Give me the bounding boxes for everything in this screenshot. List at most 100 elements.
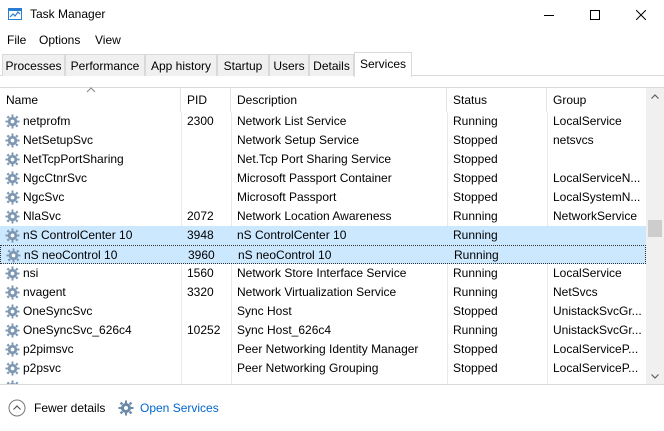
service-group: NetworkService (553, 209, 638, 223)
service-status: Stopped (453, 361, 498, 375)
menu-view[interactable]: View (95, 33, 121, 47)
tab-startup[interactable]: Startup (217, 54, 269, 76)
tab-performance[interactable]: Performance (65, 54, 145, 76)
service-group: netsvcs (553, 133, 594, 147)
service-name: NgcCtnrSvc (23, 171, 88, 185)
menu-options[interactable]: Options (39, 33, 80, 47)
minimize-icon (544, 15, 554, 16)
column-header-name[interactable]: Name (0, 88, 181, 112)
service-name: netprofm (23, 114, 71, 128)
service-name: NgcSvc (23, 190, 65, 204)
service-description: Network Store Interface Service (237, 266, 407, 280)
service-description: Peer Networking Grouping (237, 361, 379, 375)
service-gear-icon (5, 266, 20, 281)
footer: Fewer details Open Services (0, 390, 664, 431)
service-status: Stopped (453, 152, 498, 166)
scroll-down-button[interactable] (646, 368, 664, 385)
service-name: nvagent (23, 285, 66, 299)
service-status: Running (453, 285, 498, 299)
table-row[interactable]: nS neoControl 10 3960 nS neoControl 10 Runn… (0, 245, 646, 264)
open-services-label: Open Services (140, 401, 219, 415)
table-row[interactable]: netprofm 2300 Network List Service Running L… (0, 112, 646, 131)
service-group: UnistackSvcGr... (553, 323, 642, 337)
service-status: Stopped (453, 171, 498, 185)
service-group: LocalSystemN... (553, 190, 641, 204)
service-status: Stopped (453, 342, 498, 356)
service-name: NetSetupSvc (23, 133, 94, 147)
service-description: Network Setup Service (237, 133, 360, 147)
column-header-description[interactable]: Description (231, 88, 447, 112)
tab-users[interactable]: Users (269, 54, 309, 76)
service-status: Running (453, 323, 498, 337)
service-description: Sync Host (237, 304, 292, 318)
service-gear-icon (5, 228, 20, 243)
service-pid: 2300 (187, 114, 214, 128)
vertical-scrollbar[interactable] (646, 88, 664, 385)
service-status: Stopped (453, 190, 498, 204)
close-icon (636, 10, 646, 20)
service-status: Running (453, 209, 498, 223)
column-header-pid[interactable]: PID (181, 88, 231, 112)
menu-file[interactable]: File (7, 33, 26, 47)
service-pid: 3960 (188, 248, 215, 262)
service-group: LocalService (553, 266, 622, 280)
service-description: Sync Host_626c4 (237, 323, 332, 337)
service-status: Stopped (453, 133, 498, 147)
service-status: Running (454, 248, 499, 262)
service-name: NlaSvc (23, 209, 62, 223)
table-row[interactable]: NgcSvc Microsoft Passport Stopped LocalSyst… (0, 188, 646, 207)
tab-processes[interactable]: Processes (2, 54, 65, 76)
tab-app-history[interactable]: App history (145, 54, 217, 76)
service-name: nS neoControl 10 (24, 248, 118, 262)
tab-details[interactable]: Details (309, 54, 354, 76)
divider (0, 384, 664, 385)
chevron-up-circle-icon (8, 399, 26, 417)
table-row[interactable]: NlaSvc 2072 Network Location Awareness Runn… (0, 207, 646, 226)
service-pid: 3948 (187, 228, 214, 242)
table-row[interactable]: nvagent 3320 Network Virtualization Servic… (0, 283, 646, 302)
table-row[interactable]: NgcCtnrSvc Microsoft Passport Container St… (0, 169, 646, 188)
table-row[interactable]: nS ControlCenter 10 3948 nS ControlCenter … (0, 226, 646, 245)
column-header-group[interactable]: Group (547, 88, 646, 112)
service-pid: 1560 (187, 266, 214, 280)
service-description: Microsoft Passport (237, 190, 337, 204)
service-group: LocalServiceP... (553, 361, 639, 375)
scroll-thumb[interactable] (648, 220, 662, 237)
open-services-link[interactable]: Open Services (118, 398, 219, 418)
service-rows: netprofm 2300 Network List Service Running L… (0, 112, 646, 385)
maximize-button[interactable] (572, 0, 618, 30)
service-description: Peer Networking Identity Manager (237, 342, 419, 356)
tab-services[interactable]: Services (354, 52, 412, 77)
service-status: Running (453, 114, 498, 128)
table-row[interactable]: OneSyncSvc Sync Host Stopped UnistackSvcGr.… (0, 302, 646, 321)
table-row[interactable]: NetSetupSvc Network Setup Service Stopped n… (0, 131, 646, 150)
maximize-icon (590, 10, 600, 20)
fewer-details-button[interactable]: Fewer details (8, 398, 105, 418)
minimize-button[interactable] (526, 0, 572, 30)
service-status: Stopped (453, 304, 498, 318)
service-gear-icon (5, 133, 20, 148)
scroll-up-button[interactable] (646, 88, 664, 105)
column-header-row: Name PID Description Status Group (0, 87, 646, 112)
close-button[interactable] (618, 0, 664, 30)
service-gear-icon (5, 323, 20, 338)
service-pid: 3320 (187, 285, 214, 299)
service-group: NetSvcs (553, 285, 598, 299)
table-row[interactable]: OneSyncSvc_626c4 10252 Sync Host_626c4 Runn… (0, 321, 646, 340)
chevron-up-icon (651, 94, 659, 99)
service-group: LocalServiceN... (553, 171, 641, 185)
task-manager-icon (8, 8, 22, 20)
tab-strip: Processes Performance App history Startu… (0, 52, 664, 77)
service-name: p2psvc (23, 361, 62, 375)
service-gear-icon (5, 190, 20, 205)
service-gear-icon (5, 114, 20, 129)
table-row[interactable]: p2pimsvc Peer Networking Identity Manager… (0, 340, 646, 359)
table-row[interactable]: NetTcpPortSharing Net.Tcp Port Sharing Se… (0, 150, 646, 169)
service-description: Network Virtualization Service (237, 285, 397, 299)
table-row[interactable]: p2psvc Peer Networking Grouping Stopped Loc… (0, 359, 646, 378)
fewer-details-label: Fewer details (34, 401, 106, 415)
service-gear-icon (6, 248, 21, 263)
column-header-status[interactable]: Status (447, 88, 547, 112)
table-row[interactable]: nsi 1560 Network Store Interface Service Ru… (0, 264, 646, 283)
service-gear-icon (5, 361, 20, 376)
